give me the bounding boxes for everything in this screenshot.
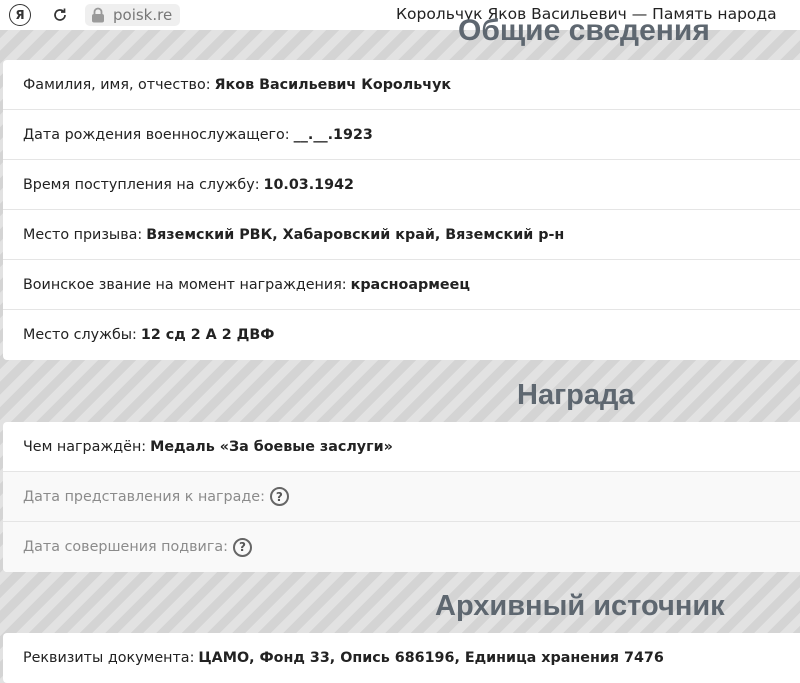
yandex-logo-button[interactable]: Я <box>9 4 31 26</box>
info-label: Фамилия, имя, отчество: <box>23 76 211 93</box>
archive-label: Реквизиты документа: <box>23 650 195 666</box>
info-row-unit: Место службы: 12 сд 2 А 2 ДВФ <box>3 310 800 360</box>
award-label: Дата представления к награде: <box>23 488 265 505</box>
info-label: Место призыва: <box>23 226 143 243</box>
general-info-card: Фамилия, имя, отчество: Яков Васильевич … <box>3 60 800 360</box>
info-label: Место службы: <box>23 327 137 343</box>
archive-card: Реквизиты документа: ЦАМО, Фонд 33, Опис… <box>3 633 800 683</box>
award-row-submission-date: Дата представления к награде: ? <box>3 472 800 522</box>
award-row-name: Чем награждён: Медаль «За боевые заслуги… <box>3 422 800 472</box>
info-value: __.__.1923 <box>293 126 373 143</box>
info-value: красноармеец <box>350 276 470 293</box>
info-row-rank: Воинское звание на момент награждения: к… <box>3 260 800 310</box>
award-label: Чем награждён: <box>23 438 147 455</box>
address-bar[interactable]: poisk.re <box>85 4 181 26</box>
archive-value: ЦАМО, Фонд 33, Опись 686196, Единица хра… <box>198 650 664 666</box>
award-value: Медаль «За боевые заслуги» <box>150 438 393 455</box>
lock-icon <box>91 7 105 23</box>
section-heading-archive: Архивный источник <box>435 590 725 622</box>
info-label: Дата рождения военнослужащего: <box>23 126 290 143</box>
award-row-feat-date: Дата совершения подвига: ? <box>3 522 800 572</box>
info-value: Яков Васильевич Корольчук <box>214 76 452 93</box>
help-icon[interactable]: ? <box>232 537 252 557</box>
section-heading-award: Награда <box>517 379 635 411</box>
info-row-birthdate: Дата рождения военнослужащего: __.__.192… <box>3 110 800 160</box>
help-icon[interactable]: ? <box>269 487 289 506</box>
info-row-service-start: Время поступления на службу: 10.03.1942 <box>3 160 800 210</box>
info-value: 12 сд 2 А 2 ДВФ <box>140 327 275 343</box>
section-heading-general: Общие сведения <box>458 14 710 47</box>
address-text: poisk.re <box>113 6 173 24</box>
award-label: Дата совершения подвига: <box>23 539 228 555</box>
info-value: Вяземский РВК, Хабаровский край, Вяземск… <box>146 226 565 243</box>
info-row-draft-place: Место призыва: Вяземский РВК, Хабаровски… <box>3 210 800 260</box>
reload-icon[interactable] <box>49 4 71 26</box>
info-label: Воинское звание на момент награждения: <box>23 276 347 293</box>
info-row-fio: Фамилия, имя, отчество: Яков Васильевич … <box>3 60 800 110</box>
award-card: Чем награждён: Медаль «За боевые заслуги… <box>3 422 800 572</box>
archive-row-document: Реквизиты документа: ЦАМО, Фонд 33, Опис… <box>3 633 800 683</box>
info-value: 10.03.1942 <box>263 176 354 193</box>
info-label: Время поступления на службу: <box>23 176 260 193</box>
